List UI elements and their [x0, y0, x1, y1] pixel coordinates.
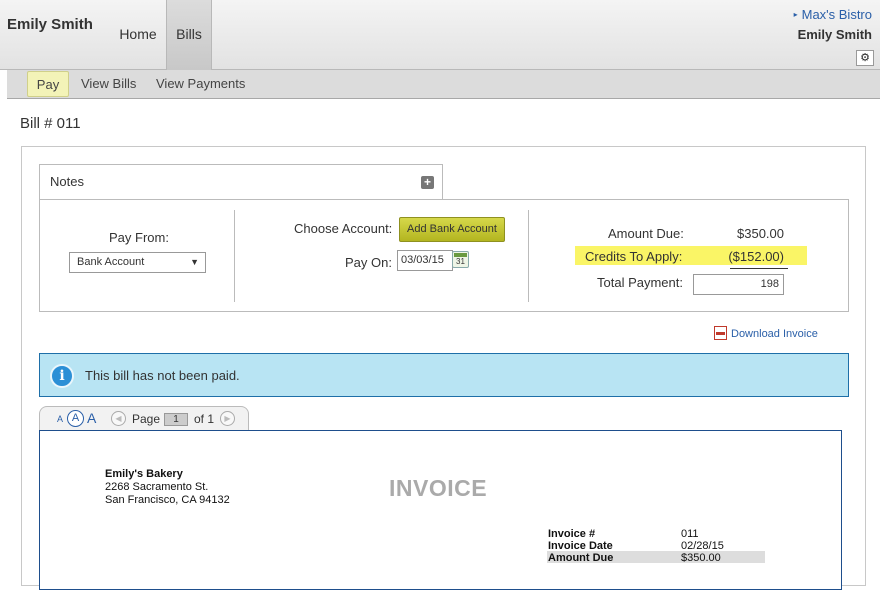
notes-label: Notes: [50, 174, 84, 189]
info-icon: i: [50, 364, 74, 388]
invoice-address-line2: San Francisco, CA 94132: [105, 494, 230, 506]
column-divider: [528, 210, 529, 302]
invoice-amount-due-label: Amount Due: [548, 552, 614, 564]
invoice-address-line1: 2268 Sacramento St.: [105, 481, 209, 493]
invoice-date-value: 02/28/15: [681, 540, 724, 552]
app-user-name: Emily Smith: [7, 16, 93, 33]
credits-value: ($152.00): [728, 249, 784, 264]
page-title: Bill # 011: [20, 115, 81, 132]
calendar-icon[interactable]: [452, 251, 469, 268]
download-invoice-link[interactable]: Download Invoice: [731, 328, 818, 340]
page-number-input[interactable]: 1: [164, 413, 188, 426]
business-link-label: Max's Bistro: [801, 7, 872, 22]
expand-plus-icon[interactable]: +: [421, 176, 434, 189]
pdf-icon: [714, 326, 727, 340]
page-count: of 1: [194, 412, 215, 426]
nav-tab-home[interactable]: Home: [112, 0, 164, 70]
add-bank-account-button[interactable]: Add Bank Account: [399, 217, 505, 242]
pay-from-select[interactable]: Bank Account ▼: [69, 252, 206, 273]
total-payment-label: Total Payment:: [597, 275, 683, 290]
column-divider: [234, 210, 235, 302]
invoice-date-label: Invoice Date: [548, 540, 613, 552]
invoice-title: INVOICE: [389, 475, 488, 501]
pay-from-value: Bank Account: [77, 256, 145, 268]
gear-icon: ⚙: [860, 52, 870, 64]
payment-form: Pay From: Bank Account ▼ Choose Account:…: [39, 199, 849, 312]
invoice-document: Emily's Bakery 2268 Sacramento St. San F…: [39, 430, 842, 590]
font-size-medium-button[interactable]: A: [67, 410, 84, 427]
pay-on-label: Pay On:: [345, 255, 392, 270]
invoice-amount-due-value: $350.00: [681, 552, 721, 564]
invoice-viewer-toolbar: A A A ◀ Page 1 of 1 ▶: [39, 406, 249, 431]
font-size-large-button[interactable]: A: [87, 410, 96, 426]
caret-right-icon: ▸: [793, 10, 798, 19]
subnav-pay[interactable]: Pay: [27, 71, 69, 97]
invoice-number-value: 011: [681, 528, 699, 540]
font-size-small-button[interactable]: A: [57, 414, 63, 424]
next-page-icon[interactable]: ▶: [220, 411, 235, 426]
top-bar: Emily Smith Home Bills ▸ Max's Bistro Emi…: [0, 0, 880, 70]
total-payment-input[interactable]: 198: [693, 274, 784, 295]
amount-due-value: $350.00: [737, 226, 784, 241]
credits-underline: [730, 268, 788, 269]
invoice-company: Emily's Bakery: [105, 468, 183, 480]
invoice-number-label: Invoice #: [548, 528, 596, 540]
credits-label: Credits To Apply:: [585, 249, 683, 264]
settings-button[interactable]: ⚙: [856, 50, 874, 66]
sub-nav: Pay View Bills View Payments: [7, 70, 880, 99]
notes-toggle[interactable]: Notes +: [39, 164, 443, 200]
subnav-view-payments[interactable]: View Payments: [156, 70, 245, 98]
prev-page-icon[interactable]: ◀: [111, 411, 126, 426]
pay-from-label: Pay From:: [109, 230, 169, 245]
account-user-name[interactable]: Emily Smith: [798, 27, 872, 42]
pay-on-date-input[interactable]: 03/03/15: [397, 250, 453, 271]
payment-status-alert: i This bill has not been paid.: [39, 353, 849, 397]
page-label: Page: [132, 412, 161, 426]
alert-message: This bill has not been paid.: [85, 368, 240, 383]
nav-tab-bills[interactable]: Bills: [166, 0, 212, 70]
choose-account-label: Choose Account:: [294, 221, 393, 236]
chevron-down-icon: ▼: [190, 257, 199, 267]
subnav-view-bills[interactable]: View Bills: [81, 70, 136, 98]
amount-due-label: Amount Due:: [608, 226, 684, 241]
business-link[interactable]: ▸ Max's Bistro: [794, 7, 872, 22]
